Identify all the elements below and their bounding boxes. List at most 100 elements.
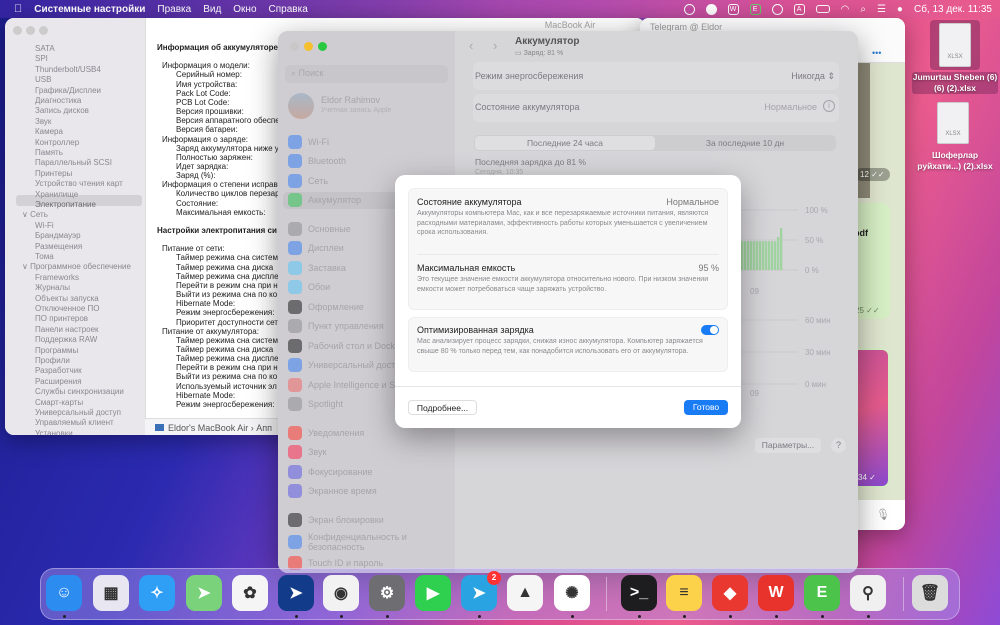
sidebar-item[interactable]: Поддержка RAW — [35, 335, 97, 344]
sidebar-item[interactable]: Смарт-карты — [35, 398, 83, 407]
trash-icon[interactable]: 🗑 — [912, 575, 948, 611]
notes-icon[interactable]: ≡ — [666, 575, 702, 611]
telegram-icon[interactable]: ➤ 2 — [461, 571, 501, 611]
back-button[interactable]: ‹ — [469, 38, 473, 53]
sidebar-item[interactable]: ∨ Сеть — [22, 210, 48, 219]
sidebar-item[interactable]: Контроллер — [35, 138, 79, 147]
done-button[interactable]: Готово — [684, 400, 728, 415]
sidebar-item[interactable]: Графика/Дисплеи — [35, 86, 101, 95]
sidebar-item[interactable]: SATA — [35, 44, 55, 53]
menu-view[interactable]: Вид — [203, 4, 221, 15]
sidebar-item[interactable]: Экранное время — [288, 483, 377, 500]
desktop-file[interactable]: XLSX — [930, 20, 980, 70]
wifi-icon[interactable]: ◠ — [841, 4, 850, 15]
sidebar-item[interactable]: Камера — [35, 127, 63, 136]
sidebar-item[interactable]: Frameworks — [35, 273, 79, 282]
status-app-icon[interactable] — [683, 3, 695, 15]
sidebar-item[interactable]: Управляемый клиент — [35, 418, 114, 427]
sidebar-item[interactable]: ПО принтеров — [35, 314, 88, 323]
sidebar-item[interactable]: Фокусирование — [288, 463, 373, 480]
facetime-icon[interactable]: ▶ — [415, 575, 451, 611]
more-info-button[interactable]: Подробнее... — [408, 400, 477, 415]
control-center-icon[interactable]: ☰ — [877, 4, 886, 15]
status-app-icon[interactable]: E — [749, 3, 761, 15]
inkscape-icon[interactable]: ▲ — [507, 575, 543, 611]
spark-icon[interactable]: ➤ — [278, 575, 314, 611]
spotlight-icon[interactable]: ⌕ — [860, 4, 866, 15]
sidebar-item[interactable]: Заставка — [288, 259, 346, 276]
finder-icon[interactable]: ☺ — [46, 575, 82, 611]
sidebar-item[interactable]: Оформление — [288, 298, 364, 315]
microphone-icon[interactable]: 🎙 — [876, 508, 890, 521]
menu-edit[interactable]: Правка — [157, 4, 191, 15]
sidebar-item[interactable]: Универсальный доступ — [288, 357, 405, 374]
zoom-button[interactable] — [39, 26, 48, 35]
segment-10d[interactable]: За последние 10 дн — [655, 136, 835, 150]
zoom-button[interactable] — [318, 42, 327, 51]
sidebar-item[interactable]: Звук — [288, 444, 326, 461]
creative-cloud-icon[interactable] — [771, 3, 783, 15]
low-power-mode-select[interactable]: Никогда ⇕ — [791, 71, 835, 82]
sidebar-item[interactable]: Принтеры — [35, 169, 72, 178]
sidebar-item[interactable]: Размещения — [35, 242, 82, 251]
menu-help[interactable]: Справка — [269, 4, 308, 15]
sidebar-item[interactable]: ∨ Программное обеспечение — [22, 262, 131, 271]
menu-app-name[interactable]: Системные настройки — [34, 4, 145, 15]
search-field[interactable]: ⌕ Поиск — [285, 65, 448, 83]
help-button[interactable]: ? — [831, 438, 846, 453]
sidebar-item[interactable]: Сеть — [288, 172, 328, 189]
segment-24h[interactable]: Последние 24 часа — [475, 136, 655, 150]
input-source-icon[interactable]: A — [793, 3, 805, 15]
desktop-file-label[interactable]: Jumurtau Sheben (6) (6) (2).xlsx — [912, 72, 998, 94]
xlsx-file-icon[interactable]: XLSX — [937, 102, 969, 144]
sidebar-item[interactable]: Профили — [35, 356, 70, 365]
anydesk-icon[interactable]: ◆ — [712, 575, 748, 611]
battery-icon[interactable] — [815, 5, 830, 13]
optimized-charging-toggle[interactable] — [701, 325, 719, 335]
sidebar-item[interactable]: Расширения — [35, 377, 82, 386]
desktop-file-label[interactable]: Шоферлар руйхати...) (2).xlsx — [912, 150, 998, 172]
minimize-button[interactable] — [304, 42, 313, 51]
system-settings-icon[interactable]: ⚙ — [369, 575, 405, 611]
sidebar-item[interactable]: Хранилище — [35, 190, 78, 199]
sidebar-item[interactable]: Apple Intelligence и Siri — [288, 376, 402, 393]
sidebar-item[interactable]: Уведомления — [288, 424, 364, 441]
sidebar-item[interactable]: Пункт управления — [288, 318, 384, 335]
sidebar-item[interactable]: Установки — [35, 429, 73, 435]
sidebar-item[interactable]: Основные — [288, 220, 351, 237]
forward-button[interactable]: › — [493, 38, 497, 53]
sidebar-item[interactable]: Wi-Fi — [35, 221, 54, 230]
terminal-icon[interactable]: >_ — [621, 575, 657, 611]
sidebar-item[interactable]: USB — [35, 75, 51, 84]
launchpad-icon[interactable]: ▦ — [93, 575, 129, 611]
sidebar-item[interactable]: Обои — [288, 279, 330, 296]
more-icon[interactable]: ••• — [872, 48, 881, 58]
menu-window[interactable]: Окно — [233, 4, 256, 15]
wps-office-icon[interactable]: W — [758, 575, 794, 611]
sidebar-item[interactable]: Запись дисков — [35, 106, 89, 115]
sidebar-item[interactable]: Отключенное ПО — [35, 304, 100, 313]
sidebar-item[interactable]: Экран блокировки — [288, 511, 384, 528]
info-icon[interactable]: i — [823, 100, 835, 112]
apple-menu-icon[interactable]:  — [14, 3, 22, 15]
chrome-icon[interactable]: ◉ — [323, 575, 359, 611]
sidebar-item[interactable]: Диагностика — [35, 96, 81, 105]
sidebar-item[interactable]: Службы синхронизации — [35, 387, 124, 396]
minimize-button[interactable] — [26, 26, 35, 35]
sidebar-item[interactable]: Разработчик — [35, 366, 82, 375]
sidebar-item[interactable]: Универсальный доступ — [35, 408, 121, 417]
word-icon[interactable]: W — [727, 3, 739, 15]
sidebar-item[interactable]: Bluetooth — [288, 153, 346, 170]
sidebar-item[interactable]: Электропитание — [35, 200, 96, 209]
sidebar-item[interactable]: Память — [35, 148, 63, 157]
app-tool-icon[interactable]: ⚲ — [850, 575, 886, 611]
maps-icon[interactable]: ➤ — [186, 575, 222, 611]
sidebar-item[interactable]: Панели настроек — [35, 325, 99, 334]
close-button[interactable] — [13, 26, 22, 35]
sidebar-item[interactable]: Программы — [35, 346, 78, 355]
sidebar-item[interactable]: Дисплеи — [288, 240, 344, 257]
sidebar-item[interactable]: Thunderbolt/USB4 — [35, 65, 101, 74]
sidebar-item[interactable]: Брандмауэр — [35, 231, 81, 240]
sidebar-item[interactable]: Объекты запуска — [35, 294, 99, 303]
sidebar-item[interactable]: Журналы — [35, 283, 70, 292]
